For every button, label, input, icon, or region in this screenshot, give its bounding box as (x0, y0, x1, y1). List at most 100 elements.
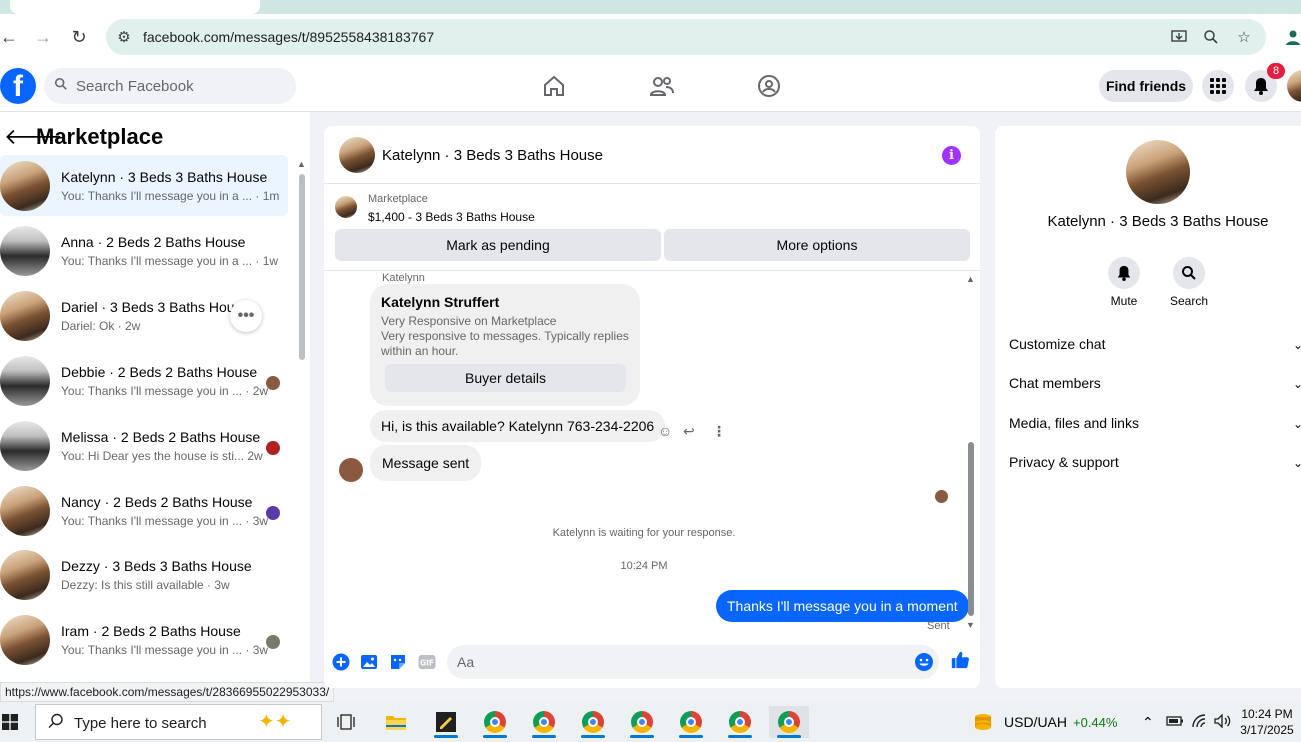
chrome-icon[interactable] (769, 706, 809, 738)
notification-badge: 8 (1267, 63, 1285, 79)
zoom-icon[interactable] (1201, 27, 1221, 47)
currency-pair[interactable]: USD/UAH (1004, 714, 1067, 730)
react-emoji-icon[interactable]: ☺ (658, 423, 672, 439)
taskbar-search-input[interactable]: Type here to search ✦✦ (35, 704, 322, 740)
install-app-icon[interactable] (1169, 27, 1189, 47)
account-avatar[interactable] (1287, 70, 1301, 102)
scroll-down-arrow-icon[interactable]: ▼ (966, 620, 975, 630)
sidebar-scrollbar[interactable] (299, 174, 305, 360)
tray-overflow-chevron-icon[interactable]: ⌃ (1142, 714, 1154, 731)
chat-title[interactable]: Katelynn · 3 Beds 3 Baths House (382, 147, 603, 164)
system-clock[interactable]: 10:24 PM 3/17/2025 (1236, 706, 1298, 738)
facebook-logo-icon[interactable]: f (0, 68, 36, 104)
forward-icon[interactable]: → (30, 24, 56, 50)
profile-icon[interactable] (1280, 24, 1301, 50)
chrome-icon[interactable] (573, 706, 613, 738)
home-icon[interactable] (540, 72, 568, 100)
battery-icon[interactable] (1166, 714, 1184, 730)
emoji-icon[interactable] (914, 652, 934, 677)
message-composer: GIF Aa (324, 644, 980, 688)
scroll-up-arrow-icon[interactable]: ▲ (297, 159, 306, 169)
chat-avatar[interactable] (339, 137, 375, 173)
incoming-message[interactable]: Message sent (370, 445, 482, 481)
info-icon[interactable]: i (942, 146, 961, 165)
buyer-name: Katelynn Struffert (381, 294, 500, 310)
currency-widget-icon[interactable] (963, 706, 1003, 738)
groups-icon[interactable] (755, 72, 783, 100)
facebook-search-input[interactable]: Search Facebook (44, 68, 296, 104)
find-friends-button[interactable]: Find friends (1099, 70, 1193, 102)
network-icon[interactable] (1192, 714, 1208, 731)
task-view-icon[interactable] (326, 706, 366, 738)
privacy-support-item[interactable]: Privacy & support (1009, 454, 1119, 470)
chrome-icon[interactable] (475, 706, 515, 738)
conversation-name: Dezzy · 3 Beds 3 Baths House (61, 558, 252, 574)
chrome-icon[interactable] (622, 706, 662, 738)
listing-thumbnail (0, 291, 50, 341)
volume-icon[interactable] (1214, 713, 1232, 731)
chevron-down-icon[interactable]: ⌄ (1293, 377, 1301, 391)
currency-change: +0.44% (1073, 715, 1118, 730)
chat-scrollbar[interactable] (968, 442, 974, 616)
read-receipt-avatar (935, 490, 948, 503)
link-hover-status: https://www.facebook.com/messages/t/2836… (0, 682, 335, 702)
chrome-icon[interactable] (524, 706, 564, 738)
media-files-links-item[interactable]: Media, files and links (1009, 415, 1139, 431)
marketplace-listing-bar: Marketplace $1,400 - 3 Beds 3 Baths Hous… (324, 185, 980, 271)
photo-icon[interactable] (359, 652, 379, 672)
facebook-header: f Search Facebook Find friends (0, 60, 1301, 112)
scroll-up-arrow-icon[interactable]: ▲ (966, 274, 975, 284)
bookmark-star-icon[interactable]: ☆ (1234, 27, 1254, 47)
conversation-item-iram[interactable]: Iram · 2 Beds 2 Baths House You: Thanks … (0, 609, 288, 670)
chrome-icon[interactable] (671, 706, 711, 738)
more-options-button[interactable]: More options (664, 229, 970, 261)
plus-icon[interactable] (331, 652, 351, 672)
search-in-conversation-button[interactable]: Search (1159, 257, 1219, 308)
sticky-notes-icon[interactable] (426, 706, 466, 738)
conversation-details-panel: Katelynn · 3 Beds 3 Baths House Mute Sea… (995, 126, 1301, 688)
listing-thumbnail (0, 421, 50, 471)
conversation-more-options-button[interactable]: ••• (230, 300, 262, 332)
file-explorer-icon[interactable] (376, 706, 416, 738)
message-more-icon[interactable]: ⋮ (712, 423, 726, 440)
active-tab[interactable] (10, 0, 260, 14)
sticker-icon[interactable] (388, 652, 408, 672)
reply-icon[interactable]: ↩ (683, 423, 695, 440)
conversation-item-nancy[interactable]: Nancy · 2 Beds 2 Baths House You: Thanks… (0, 480, 288, 541)
mark-pending-button[interactable]: Mark as pending (335, 229, 661, 261)
tab-strip (0, 0, 1301, 14)
conversation-item-melissa[interactable]: Melissa · 2 Beds 2 Baths House You: Hi D… (0, 415, 288, 476)
site-info-icon[interactable]: ⚙ (114, 27, 134, 47)
conversation-item-debbie[interactable]: Debbie · 2 Beds 2 Baths House You: Thank… (0, 350, 288, 411)
mute-button[interactable]: Mute (1094, 257, 1154, 308)
like-thumb-icon[interactable] (950, 650, 970, 670)
conversation-snippet: You: Thanks I'll message you in ... · 3w (61, 514, 269, 528)
friends-icon[interactable] (648, 72, 676, 100)
chevron-down-icon[interactable]: ⌄ (1293, 338, 1301, 352)
menu-grid-icon[interactable] (1202, 70, 1234, 102)
incoming-message[interactable]: Hi, is this available? Katelynn 763-234-… (370, 410, 666, 442)
chevron-down-icon[interactable]: ⌄ (1293, 456, 1301, 470)
chat-members-item[interactable]: Chat members (1009, 375, 1101, 391)
customize-chat-item[interactable]: Customize chat (1009, 336, 1105, 352)
message-input[interactable]: Aa (447, 645, 939, 679)
back-icon[interactable]: ← (0, 24, 22, 50)
gif-icon[interactable]: GIF (417, 652, 437, 672)
outgoing-message[interactable]: Thanks I'll message you in a moment (716, 590, 969, 622)
windows-start-icon[interactable] (0, 706, 30, 738)
conversation-item-katelynn[interactable]: Katelynn · 3 Beds 3 Baths House You: Tha… (0, 155, 288, 216)
sparkle-icon: ✦✦ (258, 711, 292, 733)
seen-avatar (266, 506, 280, 520)
address-bar[interactable]: ⚙ facebook.com/messages/t/89525584381837… (106, 19, 1266, 55)
responsive-badge-text: Very Responsive on Marketplace (381, 314, 557, 328)
conversation-item-dezzy[interactable]: Dezzy · 3 Beds 3 Baths House Dezzy: Is t… (0, 544, 288, 605)
contact-avatar[interactable] (1126, 140, 1190, 204)
listing-price[interactable]: $1,400 - 3 Beds 3 Baths House (368, 210, 535, 224)
conversation-item-anna[interactable]: Anna · 2 Beds 2 Baths House You: Thanks … (0, 220, 288, 281)
reload-icon[interactable]: ↻ (66, 24, 92, 50)
conversation-snippet: You: Thanks I'll message you in ... · 3w (61, 643, 269, 657)
chevron-down-icon[interactable]: ⌄ (1293, 417, 1301, 431)
buyer-details-button[interactable]: Buyer details (385, 364, 626, 392)
sender-avatar[interactable] (339, 458, 363, 482)
chrome-icon[interactable] (720, 706, 760, 738)
